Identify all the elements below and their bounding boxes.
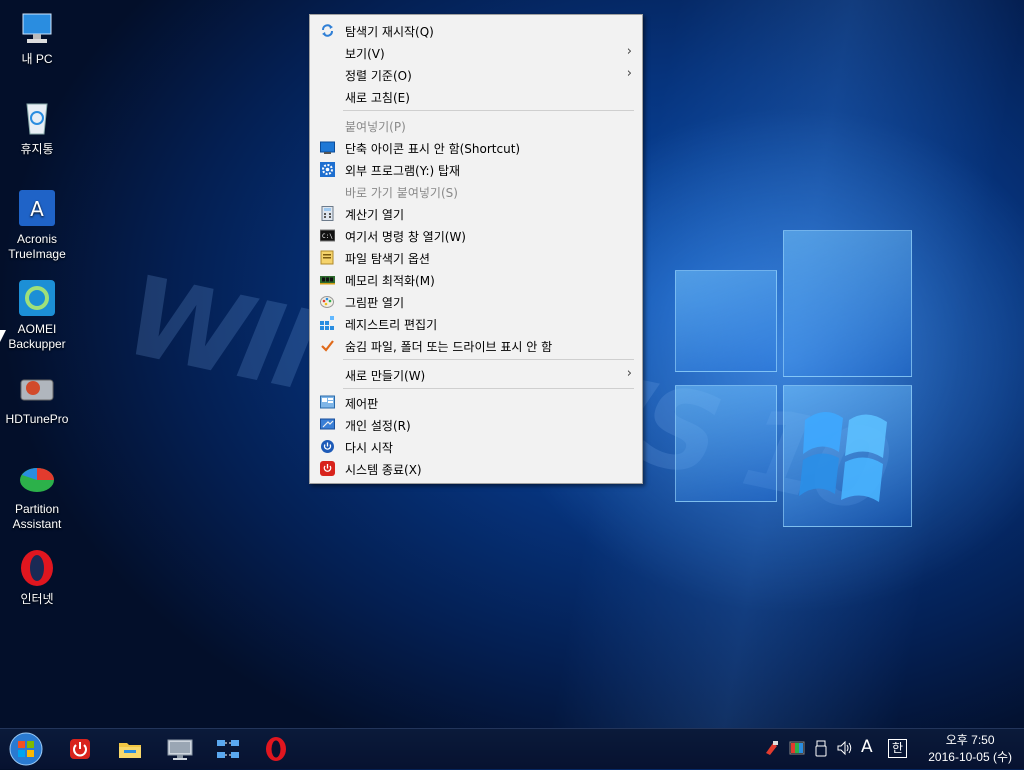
chevron-right-icon: › (626, 44, 632, 59)
cmd-icon: C:\ (319, 228, 336, 243)
tray-usb-icon[interactable] (814, 739, 828, 759)
folder-options-icon (320, 250, 335, 265)
paint-icon (320, 294, 335, 309)
memory-icon (320, 272, 335, 287)
taskbar-file-explorer[interactable] (116, 735, 144, 763)
tray-volume-icon[interactable] (836, 739, 854, 759)
hdtune-icon (17, 368, 57, 408)
tray-color-icon[interactable] (789, 739, 805, 759)
menu-item-hide-shortcut-icons[interactable]: 단축 아이콘 표시 안 함(Shortcut) (312, 137, 640, 157)
tray-ime-hangul[interactable]: 한 (888, 739, 907, 758)
tray-tool-icon[interactable] (764, 739, 780, 759)
menu-item-shutdown[interactable]: 시스템 종료(X) (312, 458, 640, 478)
recycle-bin-icon (17, 98, 57, 138)
menu-item-refresh[interactable]: 새로 고침(E) (312, 86, 640, 106)
menu-item-restart[interactable]: 다시 시작 (312, 436, 640, 456)
power-icon (70, 739, 90, 759)
start-orb-icon (9, 732, 43, 766)
wallpaper-windows-flag (799, 411, 887, 502)
desktop-icon-internet[interactable]: 인터넷 (0, 548, 74, 607)
menu-item-open-paint[interactable]: 그림판 열기 (312, 291, 640, 311)
mouse-cursor (0, 330, 6, 342)
desktop-context-menu: 탐색기 재시작(Q) 보기(V) › 정렬 기준(O) › 새로 고침(E) 붙… (309, 14, 643, 484)
partition-icon (17, 458, 57, 498)
taskbar: A 한 오후 7:50 2016-10-05 (수) (0, 728, 1024, 769)
menu-item-personalize[interactable]: 개인 설정(R) (312, 414, 640, 434)
menu-item-open-command-window[interactable]: C:\ 여기서 명령 창 열기(W) (312, 225, 640, 245)
menu-item-new[interactable]: 새로 만들기(W) › (312, 364, 640, 384)
taskbar-clock[interactable]: 오후 7:50 2016-10-05 (수) (928, 732, 1012, 766)
menu-item-restart-explorer[interactable]: 탐색기 재시작(Q) (312, 20, 640, 40)
desktop-icon-partition-assistant[interactable]: Partition Assistant (0, 458, 74, 532)
acronis-icon: A (17, 188, 57, 228)
start-button[interactable] (8, 731, 44, 767)
desktop-icon-my-pc[interactable]: 내 PC (0, 8, 74, 67)
folder-icon (119, 743, 141, 758)
desktop-icon-acronis[interactable]: A Acronis TrueImage (0, 188, 74, 262)
menu-item-paste[interactable]: 붙여넣기(P) (312, 115, 640, 135)
opera-icon (17, 548, 57, 588)
calculator-icon (320, 206, 335, 221)
svg-text:A: A (30, 197, 44, 221)
chevron-right-icon: › (626, 66, 632, 81)
menu-item-sort-by[interactable]: 정렬 기준(O) › (312, 64, 640, 84)
desktop-icon-hdtune[interactable]: HDTunePro (0, 368, 74, 427)
menu-item-folder-options[interactable]: 파일 탐색기 옵션 (312, 247, 640, 267)
menu-separator (343, 110, 634, 111)
clock-time: 오후 7:50 (945, 733, 995, 747)
menu-item-memory-optimize[interactable]: 메모리 최적화(M) (312, 269, 640, 289)
menu-item-paste-shortcut[interactable]: 바로 가기 붙여넣기(S) (312, 181, 640, 201)
desktop-icon-aomei[interactable]: AOMEI Backupper (0, 278, 74, 352)
personalize-icon (320, 417, 335, 432)
menu-item-view[interactable]: 보기(V) › (312, 42, 640, 62)
restart-icon (320, 439, 335, 454)
power-icon (320, 461, 335, 476)
taskbar-display[interactable] (166, 735, 194, 763)
monitor-icon (320, 140, 335, 155)
svg-text:C:\: C:\ (322, 233, 333, 240)
menu-item-mount-external-program[interactable]: 외부 프로그램(Y:) 탑재 (312, 159, 640, 179)
menu-item-control-panel[interactable]: 제어판 (312, 392, 640, 412)
menu-item-open-calculator[interactable]: 계산기 열기 (312, 203, 640, 223)
tray-ime-mode[interactable]: A (861, 737, 873, 757)
taskbar-network[interactable] (214, 735, 242, 763)
computer-icon (17, 8, 57, 48)
menu-item-registry-editor[interactable]: 레지스트리 편집기 (312, 313, 640, 333)
menu-separator (343, 388, 634, 389)
refresh-icon (320, 23, 335, 38)
control-panel-icon (320, 395, 335, 410)
clock-date: 2016-10-05 (수) (928, 750, 1012, 764)
chevron-right-icon: › (626, 366, 632, 381)
registry-icon (320, 316, 335, 331)
taskbar-shutdown-button[interactable] (66, 735, 94, 763)
desktop-icon-recycle-bin[interactable]: 휴지통 (0, 98, 74, 157)
menu-item-hide-hidden-files[interactable]: 숨김 파일, 폴더 또는 드라이브 표시 안 함 (312, 335, 640, 355)
opera-icon (266, 737, 286, 761)
checkmark-icon (320, 338, 335, 353)
monitor-icon (167, 739, 193, 760)
aomei-icon (17, 278, 57, 318)
gear-icon (320, 162, 335, 177)
menu-separator (343, 359, 634, 360)
network-icon (217, 740, 239, 758)
taskbar-opera[interactable] (262, 735, 290, 763)
